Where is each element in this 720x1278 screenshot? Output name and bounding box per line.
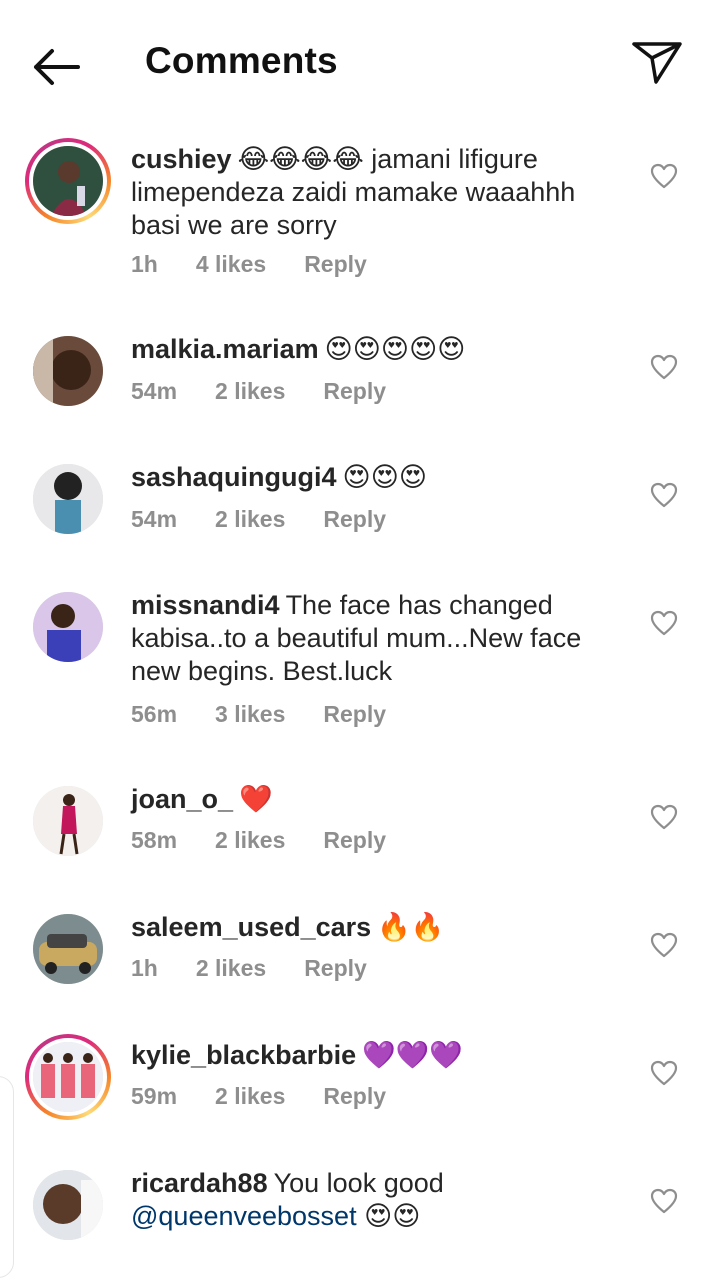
- comment-body: malkia.mariam 😍😍😍😍😍: [131, 333, 621, 366]
- comment-username[interactable]: joan_o_: [131, 784, 233, 814]
- comment-text: You look good: [273, 1168, 444, 1198]
- comment-likes[interactable]: 4 likes: [196, 251, 266, 277]
- heart-icon[interactable]: [650, 482, 678, 508]
- comment-username[interactable]: cushiey: [131, 144, 232, 174]
- story-ring[interactable]: [25, 138, 111, 224]
- reply-button[interactable]: Reply: [323, 378, 386, 404]
- comment-body: sashaquingugi4 😍😍😍: [131, 461, 621, 494]
- reply-button[interactable]: Reply: [304, 955, 367, 981]
- reply-button[interactable]: Reply: [323, 1083, 386, 1109]
- comment-username[interactable]: missnandi4: [131, 590, 280, 620]
- comment-emoji: ❤️: [239, 784, 273, 815]
- heart-icon[interactable]: [650, 163, 678, 189]
- reply-button[interactable]: Reply: [323, 827, 386, 853]
- comment-body: cushiey 😂😂😂😂 jamani lifigure limependeza …: [131, 143, 621, 242]
- comment-meta: 54m 2 likes Reply: [131, 378, 424, 405]
- avatar[interactable]: [33, 786, 103, 856]
- comment-emoji: 💜💜💜: [362, 1040, 463, 1071]
- share-button[interactable]: [630, 38, 684, 86]
- comment-username[interactable]: sashaquingugi4: [131, 462, 337, 492]
- comment-time: 54m: [131, 506, 178, 532]
- comment-time: 1h: [131, 955, 158, 981]
- heart-icon[interactable]: [650, 932, 678, 958]
- back-button[interactable]: [30, 44, 82, 90]
- avatar: [33, 1042, 103, 1112]
- comment-body: kylie_blackbarbie 💜💜💜: [131, 1039, 621, 1072]
- comment-body: missnandi4 The face has changed kabisa..t…: [131, 589, 621, 688]
- comment-likes[interactable]: 3 likes: [215, 701, 285, 727]
- heart-icon[interactable]: [650, 1188, 678, 1214]
- comment-body: saleem_used_cars 🔥🔥: [131, 911, 621, 944]
- comment-emoji: 🔥🔥: [377, 912, 445, 943]
- comment-meta: 1h 4 likes Reply: [131, 251, 405, 278]
- paper-plane-icon: [632, 42, 682, 84]
- comment-username[interactable]: ricardah88: [131, 1168, 268, 1198]
- comment-meta: 58m 2 likes Reply: [131, 827, 424, 854]
- comment-likes[interactable]: 2 likes: [215, 378, 285, 404]
- avatar[interactable]: [33, 336, 103, 406]
- edge-handle[interactable]: [0, 1076, 14, 1278]
- comment-likes[interactable]: 2 likes: [215, 1083, 285, 1109]
- avatar[interactable]: [33, 1170, 103, 1240]
- avatar[interactable]: [33, 464, 103, 534]
- avatar: [33, 146, 103, 216]
- heart-icon[interactable]: [650, 354, 678, 380]
- heart-icon[interactable]: [650, 804, 678, 830]
- comment-emoji: 😍😍😍: [342, 462, 427, 493]
- app-header: Comments: [0, 0, 720, 130]
- comment-meta: 1h 2 likes Reply: [131, 955, 405, 982]
- comment-body: ricardah88 You look good @queenveebosset …: [131, 1167, 621, 1233]
- heart-icon[interactable]: [650, 610, 678, 636]
- comment-likes[interactable]: 2 likes: [215, 827, 285, 853]
- comment-likes[interactable]: 2 likes: [196, 955, 266, 981]
- comment-emoji: 😍😍😍😍😍: [324, 334, 466, 365]
- reply-button[interactable]: Reply: [323, 701, 386, 727]
- avatar[interactable]: [33, 914, 103, 984]
- mention-link[interactable]: @queenveebosset: [131, 1201, 357, 1231]
- comment-emoji: 😂😂😂😂: [237, 144, 364, 175]
- story-ring[interactable]: [25, 1034, 111, 1120]
- comment-likes[interactable]: 2 likes: [215, 506, 285, 532]
- comment-emoji: 😍😍: [364, 1201, 421, 1232]
- page-title: Comments: [145, 40, 338, 81]
- reply-button[interactable]: Reply: [304, 251, 367, 277]
- comment-time: 1h: [131, 251, 158, 277]
- comment-time: 59m: [131, 1083, 178, 1109]
- reply-button[interactable]: Reply: [323, 506, 386, 532]
- comment-username[interactable]: malkia.mariam: [131, 334, 319, 364]
- avatar[interactable]: [33, 592, 103, 662]
- comment-meta: 56m 3 likes Reply: [131, 701, 424, 728]
- comment-meta: 54m 2 likes Reply: [131, 506, 424, 533]
- comment-time: 58m: [131, 827, 178, 853]
- comment-username[interactable]: saleem_used_cars: [131, 912, 371, 942]
- comment-meta: 59m 2 likes Reply: [131, 1083, 424, 1110]
- comment-time: 56m: [131, 701, 178, 727]
- arrow-left-icon: [34, 49, 80, 85]
- heart-icon[interactable]: [650, 1060, 678, 1086]
- comment-body: joan_o_ ❤️: [131, 783, 621, 816]
- comment-time: 54m: [131, 378, 178, 404]
- comment-username[interactable]: kylie_blackbarbie: [131, 1040, 356, 1070]
